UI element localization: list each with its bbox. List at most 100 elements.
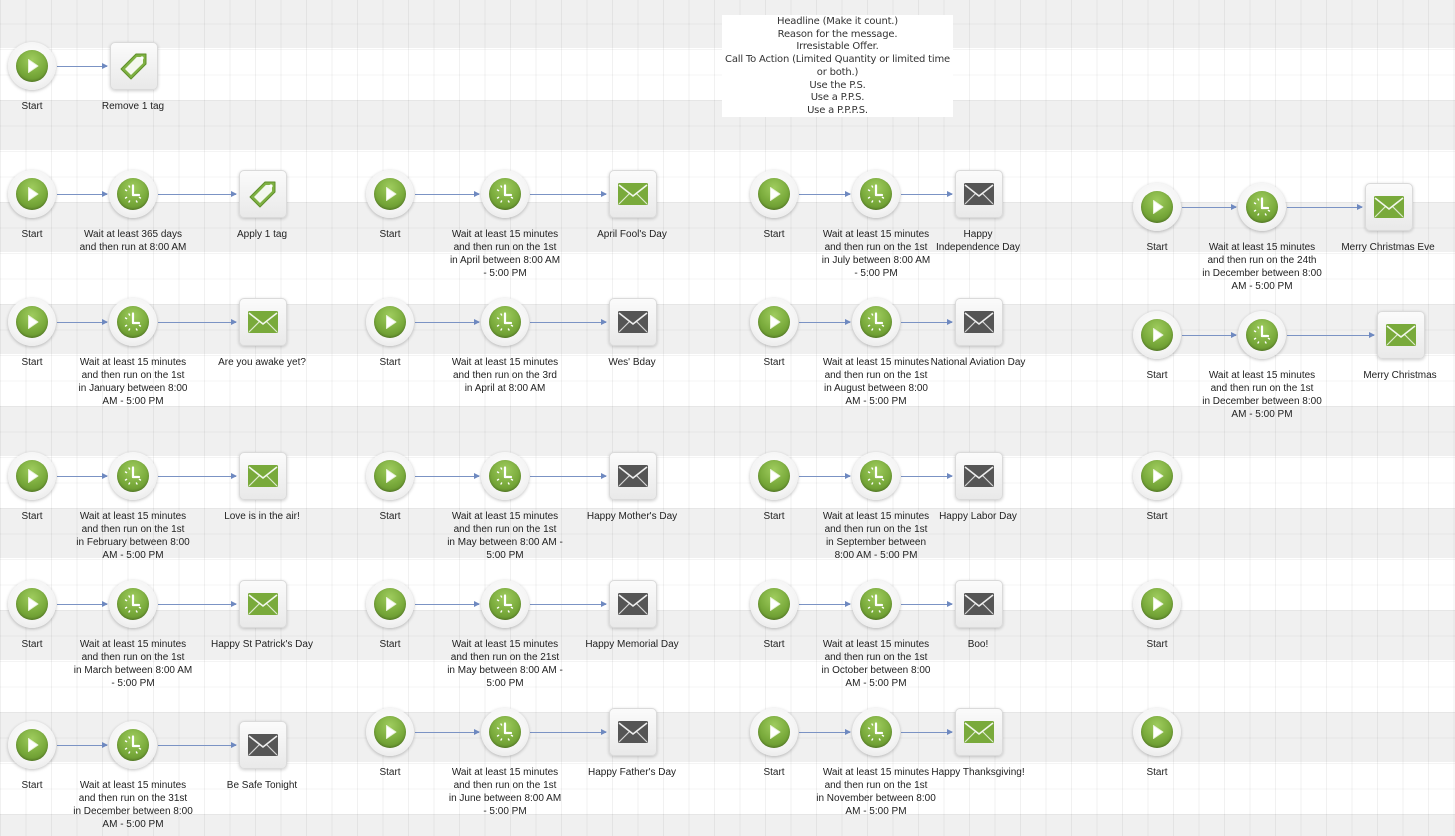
timer-button[interactable] (481, 170, 529, 218)
timer-button[interactable] (109, 170, 157, 218)
timer-button[interactable] (481, 298, 529, 346)
connector-arrow[interactable] (57, 473, 108, 479)
connector-arrow[interactable] (799, 191, 851, 197)
connector-arrow[interactable] (901, 601, 953, 607)
clock-icon (489, 588, 521, 620)
connector-arrow[interactable] (57, 63, 108, 69)
email-button[interactable] (239, 298, 287, 346)
start-button[interactable] (366, 170, 414, 218)
play-icon (1141, 716, 1173, 748)
timer-button[interactable] (109, 580, 157, 628)
start-button[interactable] (8, 580, 56, 628)
connector-arrow[interactable] (1287, 332, 1375, 338)
connector-arrow[interactable] (530, 191, 607, 197)
connector-arrow[interactable] (901, 473, 953, 479)
email-button[interactable] (955, 298, 1003, 346)
connector-arrow[interactable] (799, 319, 851, 325)
connector-arrow[interactable] (901, 191, 953, 197)
connector-arrow[interactable] (901, 729, 953, 735)
connector-arrow[interactable] (1182, 204, 1237, 210)
tag-action-button[interactable] (110, 42, 158, 90)
start-button[interactable] (1133, 183, 1181, 231)
connector-arrow[interactable] (530, 729, 607, 735)
timer-button[interactable] (481, 452, 529, 500)
connector-arrow[interactable] (415, 729, 480, 735)
start-button[interactable] (1133, 311, 1181, 359)
email-button[interactable] (609, 452, 657, 500)
timer-button[interactable] (852, 580, 900, 628)
email-button[interactable] (609, 298, 657, 346)
play-icon (16, 306, 48, 338)
email-button[interactable] (955, 708, 1003, 756)
sticky-note[interactable]: Headline (Make it count.) Reason for the… (722, 15, 953, 117)
connector-arrow[interactable] (530, 473, 607, 479)
start-button[interactable] (750, 298, 798, 346)
start-button[interactable] (1133, 452, 1181, 500)
start-button[interactable] (8, 170, 56, 218)
connector-arrow[interactable] (1287, 204, 1363, 210)
connector-arrow[interactable] (415, 473, 480, 479)
email-button[interactable] (609, 708, 657, 756)
email-button[interactable] (955, 170, 1003, 218)
node-label: Be Safe Tonight (226, 780, 298, 791)
timer-button[interactable] (1238, 311, 1286, 359)
start-button[interactable] (366, 708, 414, 756)
connector-arrow[interactable] (799, 601, 851, 607)
email-button[interactable] (609, 170, 657, 218)
connector-arrow[interactable] (57, 601, 108, 607)
start-button[interactable] (366, 452, 414, 500)
node-label: Happy Thanksgiving! (931, 767, 1025, 778)
timer-button[interactable] (109, 452, 157, 500)
connector-arrow[interactable] (415, 601, 480, 607)
email-button[interactable] (239, 452, 287, 500)
timer-button[interactable] (852, 452, 900, 500)
timer-button[interactable] (481, 580, 529, 628)
campaign-canvas[interactable]: Headline (Make it count.) Reason for the… (0, 0, 1455, 836)
connector-arrow[interactable] (57, 742, 108, 748)
start-button[interactable] (8, 298, 56, 346)
email-button[interactable] (239, 580, 287, 628)
connector-arrow[interactable] (158, 319, 237, 325)
email-button[interactable] (1377, 311, 1425, 359)
connector-arrow[interactable] (799, 473, 851, 479)
connector-arrow[interactable] (158, 601, 237, 607)
timer-button[interactable] (109, 298, 157, 346)
play-icon (16, 178, 48, 210)
node-label: Remove 1 tag (101, 101, 165, 112)
start-button[interactable] (750, 170, 798, 218)
connector-arrow[interactable] (158, 742, 237, 748)
start-button[interactable] (1133, 580, 1181, 628)
connector-arrow[interactable] (415, 319, 480, 325)
timer-button[interactable] (481, 708, 529, 756)
email-button[interactable] (955, 580, 1003, 628)
connector-arrow[interactable] (57, 319, 108, 325)
connector-arrow[interactable] (415, 191, 480, 197)
email-button[interactable] (1365, 183, 1413, 231)
start-button[interactable] (366, 580, 414, 628)
start-button[interactable] (8, 452, 56, 500)
email-button[interactable] (609, 580, 657, 628)
connector-arrow[interactable] (57, 191, 108, 197)
start-button[interactable] (8, 42, 56, 90)
email-button[interactable] (955, 452, 1003, 500)
timer-button[interactable] (852, 170, 900, 218)
start-button[interactable] (1133, 708, 1181, 756)
connector-arrow[interactable] (530, 319, 607, 325)
timer-button[interactable] (109, 721, 157, 769)
connector-arrow[interactable] (158, 191, 237, 197)
start-button[interactable] (8, 721, 56, 769)
timer-button[interactable] (852, 708, 900, 756)
start-button[interactable] (750, 708, 798, 756)
timer-button[interactable] (1238, 183, 1286, 231)
start-button[interactable] (366, 298, 414, 346)
connector-arrow[interactable] (1182, 332, 1237, 338)
start-button[interactable] (750, 580, 798, 628)
tag-action-button[interactable] (239, 170, 287, 218)
timer-button[interactable] (852, 298, 900, 346)
connector-arrow[interactable] (530, 601, 607, 607)
connector-arrow[interactable] (901, 319, 953, 325)
start-button[interactable] (750, 452, 798, 500)
email-button[interactable] (239, 721, 287, 769)
connector-arrow[interactable] (158, 473, 237, 479)
connector-arrow[interactable] (799, 729, 851, 735)
